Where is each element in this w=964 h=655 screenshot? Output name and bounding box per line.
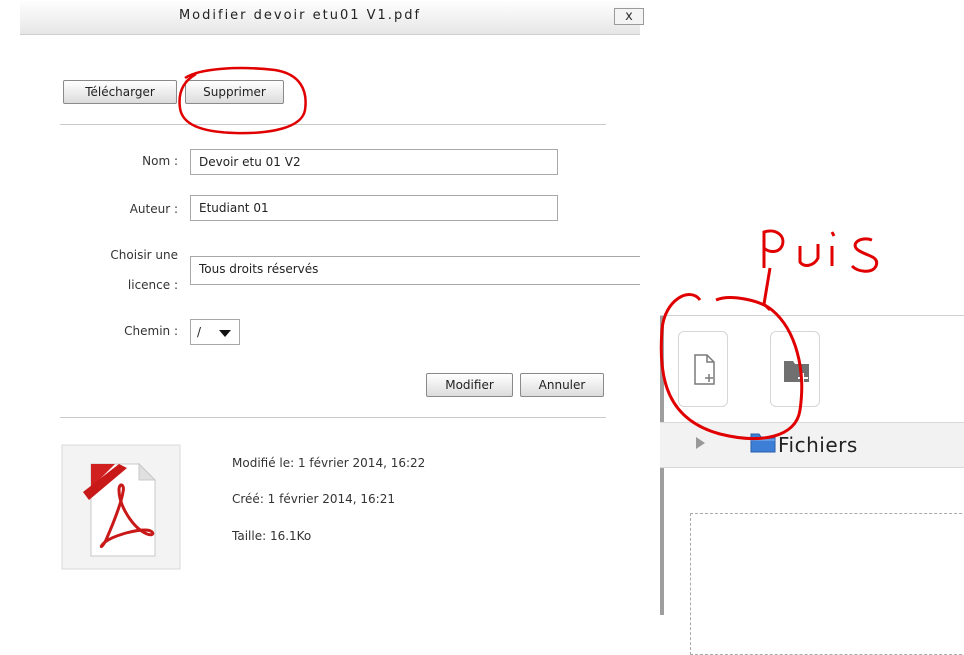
annotation-puis: [762, 229, 879, 273]
annotation-overlay: [178, 66, 879, 440]
annotation-circle-add-file: [659, 293, 804, 440]
annotation-arrow: [762, 267, 772, 312]
annotation-circle-delete: [178, 66, 307, 135]
